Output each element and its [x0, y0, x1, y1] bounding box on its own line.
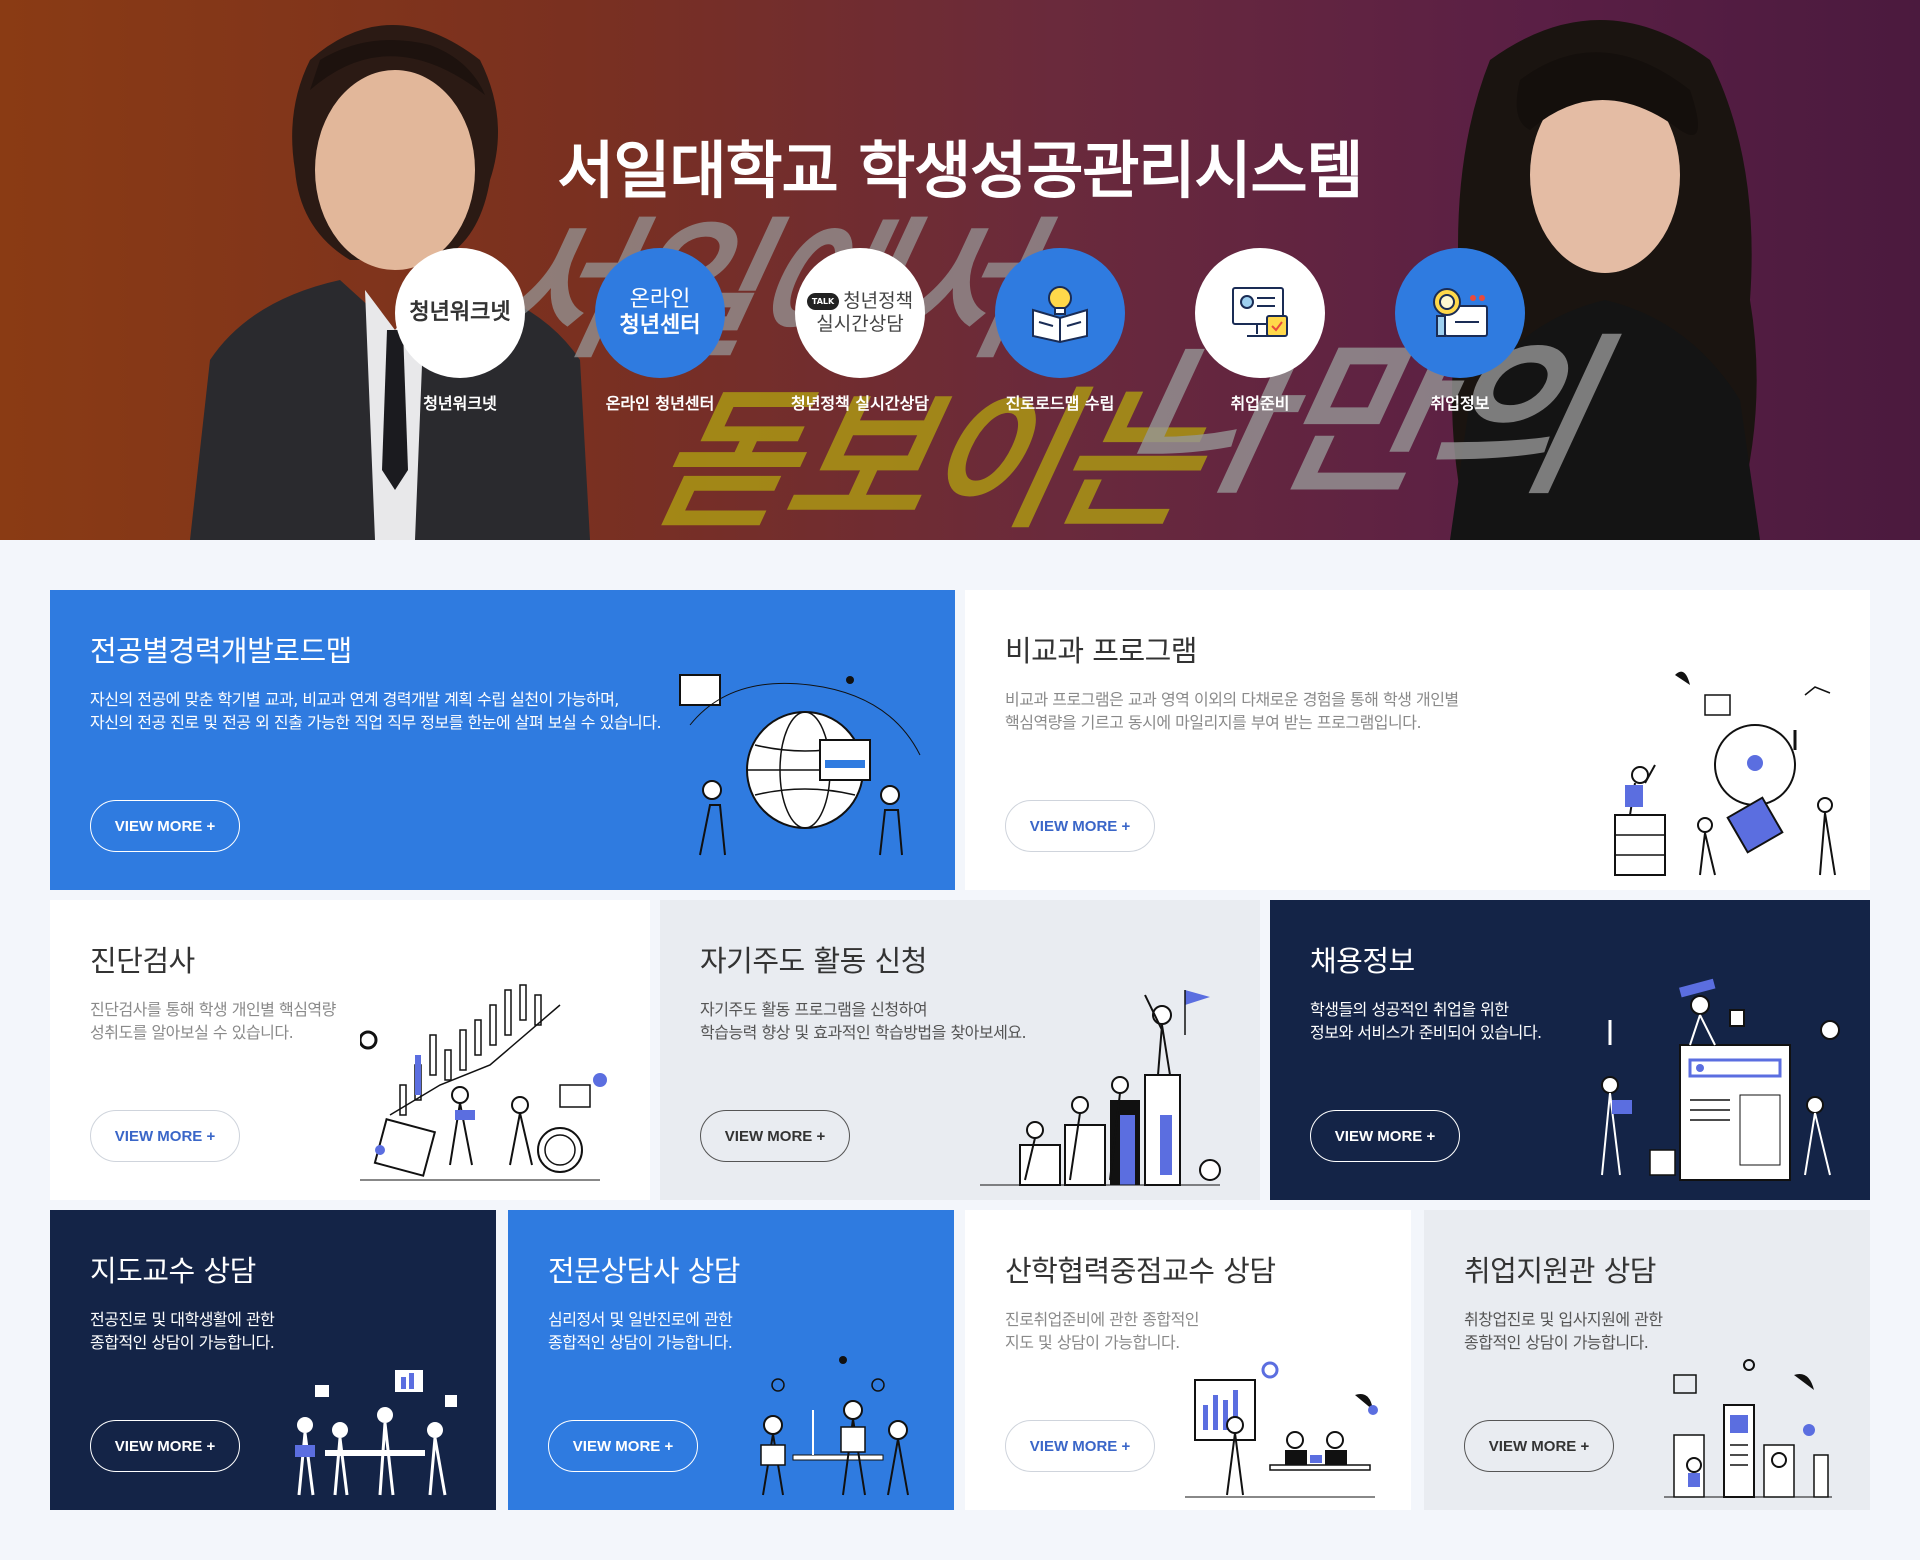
desc-line-1: 자신의 전공에 맞춘 학기별 교과, 비교과 연계 경력개발 계획 수립 실천이…	[90, 690, 619, 709]
talk-badge-icon: TALK	[806, 293, 840, 311]
view-more-button[interactable]: VIEW MORE +	[1464, 1420, 1614, 1472]
card-recruit[interactable]: 채용정보 학생들의 성공적인 취업을 위한정보와 서비스가 준비되어 있습니다.…	[1270, 900, 1870, 1200]
quick-link-label: 온라인 청년센터	[605, 394, 715, 413]
desc-line-2: 자신의 전공 진로 및 전공 외 진출 가능한 직업 직무 정보를 한눈에 살펴…	[90, 713, 662, 732]
card-description: 비교과 프로그램은 교과 영역 이외의 다채로운 경험을 통해 학생 개인별핵심…	[1005, 688, 1459, 734]
card-title: 취업지원관 상담	[1464, 1254, 1656, 1288]
quick-link-label: 취업정보	[1430, 394, 1490, 413]
card-industry-professor[interactable]: 산학협력중점교수 상담 진로취업준비에 관한 종합적인지도 및 상담이 가능합니…	[965, 1210, 1411, 1510]
card-advisor[interactable]: 지도교수 상담 전공진로 및 대학생활에 관한종합적인 상담이 가능합니다. V…	[50, 1210, 496, 1510]
telescope-board-illustration	[1601, 978, 1840, 1181]
career-roadmap-circle	[995, 248, 1125, 378]
card-self-directed[interactable]: 자기주도 활동 신청 자기주도 활동 프로그램을 신청하여학습능력 향상 및 효…	[660, 900, 1260, 1200]
quick-link-job-info[interactable]: 취업정보	[1395, 248, 1525, 414]
desc-line-2: 핵심역량을 기르고 동시에 마일리지를 부여 받는 프로그램입니다.	[1005, 713, 1422, 732]
card-title: 비교과 프로그램	[1005, 634, 1197, 668]
desc-line-1: 자기주도 활동 프로그램을 신청하여	[700, 1000, 928, 1019]
view-more-button[interactable]: VIEW MORE +	[1005, 1420, 1155, 1472]
job-prep-circle	[1195, 248, 1325, 378]
view-more-button[interactable]: VIEW MORE +	[90, 1420, 240, 1472]
card-title: 전공별경력개발로드맵	[90, 634, 352, 668]
city-office-illustration	[1664, 1359, 1832, 1498]
quick-link-career-roadmap[interactable]: 진로로드맵 수립	[995, 248, 1125, 414]
card-title: 산학협력중점교수 상담	[1005, 1254, 1276, 1288]
desc-line-2: 성취도를 알아보실 수 있습니다.	[90, 1023, 294, 1042]
monitor-calendar-icon	[1232, 287, 1288, 337]
desc-line-1: 학생들의 성공적인 취업을 위한	[1310, 1000, 1509, 1019]
youth-worknet-logo-text: 청년워크넷	[409, 299, 511, 325]
card-description: 진로취업준비에 관한 종합적인지도 및 상담이 가능합니다.	[1005, 1308, 1200, 1354]
view-more-button[interactable]: VIEW MORE +	[90, 1110, 240, 1162]
book-bulb-icon	[1032, 286, 1088, 344]
card-diagnosis[interactable]: 진단검사 진단검사를 통해 학생 개인별 핵심역량성취도를 알아보실 수 있습니…	[50, 900, 650, 1200]
view-more-button[interactable]: VIEW MORE +	[700, 1110, 850, 1162]
view-more-button[interactable]: VIEW MORE +	[90, 800, 240, 852]
quick-link-job-prep[interactable]: 취업준비	[1195, 248, 1325, 414]
magnifier-document-icon	[1433, 288, 1488, 337]
quick-link-label: 진로로드맵 수립	[1005, 394, 1115, 413]
desc-line-2: 학습능력 향상 및 효과적인 학습방법을 찾아보세요.	[700, 1023, 1027, 1042]
logo-line-2: 실시간상담	[816, 313, 904, 335]
quick-link-youth-worknet[interactable]: 청년워크넷 청년워크넷	[395, 248, 525, 414]
job-info-circle	[1395, 248, 1525, 378]
card-title: 채용정보	[1310, 944, 1415, 978]
card-counselor[interactable]: 전문상담사 상담 심리정서 및 일반진로에 관한 종합적인 상담이 가능합니다. …	[508, 1210, 954, 1510]
desc-line-1: 전공진로 및 대학생활에 관한	[90, 1310, 275, 1329]
card-description: 전공진로 및 대학생활에 관한종합적인 상담이 가능합니다.	[90, 1308, 275, 1354]
meeting-illustration	[295, 1370, 457, 1496]
desc-line-1: 취창업진로 및 입사지원에 관한	[1464, 1310, 1663, 1329]
view-more-button[interactable]: VIEW MORE +	[548, 1420, 698, 1472]
card-title: 지도교수 상담	[90, 1254, 256, 1288]
hero-banner: 서일에서 돋보이는 나만의 서일대학교 학생성공관리시스템 청년워크넷 청년워크…	[0, 0, 1920, 540]
card-description: 심리정서 및 일반진로에 관한종합적인 상담이 가능합니다.	[548, 1308, 733, 1354]
quick-link-label: 취업준비	[1230, 394, 1290, 413]
stock-chart-illustration	[360, 984, 607, 1181]
card-title: 진단검사	[90, 944, 195, 978]
card-description: 자신의 전공에 맞춘 학기별 교과, 비교과 연계 경력개발 계획 수립 실천이…	[90, 688, 662, 734]
desc-line-2: 정보와 서비스가 준비되어 있습니다.	[1310, 1023, 1542, 1042]
climbing-blocks-illustration	[980, 990, 1221, 1186]
desc-line-1: 심리정서 및 일반진로에 관한	[548, 1310, 733, 1329]
quick-link-label: 청년워크넷	[423, 394, 497, 413]
quick-link-youth-policy-chat[interactable]: TALK 청년정책 실시간상담 청년정책 실시간상담	[791, 248, 929, 414]
desc-line-2: 종합적인 상담이 가능합니다.	[1464, 1333, 1649, 1352]
desc-line-1: 진로취업준비에 관한 종합적인	[1005, 1310, 1200, 1329]
logo-line-1: 청년정책	[843, 290, 914, 313]
view-more-button[interactable]: VIEW MORE +	[1310, 1110, 1460, 1162]
card-title: 자기주도 활동 신청	[700, 944, 927, 978]
card-career-roadmap[interactable]: 전공별경력개발로드맵 자신의 전공에 맞춘 학기별 교과, 비교과 연계 경력개…	[50, 590, 955, 890]
counseling-illustration	[760, 1356, 909, 1496]
card-description: 학생들의 성공적인 취업을 위한정보와 서비스가 준비되어 있습니다.	[1310, 998, 1542, 1044]
globe-illustration	[679, 674, 921, 856]
desc-line-2: 종합적인 상담이 가능합니다.	[90, 1333, 275, 1352]
online-youth-center-logo: 온라인 청년센터	[595, 248, 725, 378]
desc-line-2: 종합적인 상담이 가능합니다.	[548, 1333, 733, 1352]
desc-line-1: 진단검사를 통해 학생 개인별 핵심역량	[90, 1000, 336, 1019]
card-description: 취창업진로 및 입사지원에 관한종합적인 상담이 가능합니다.	[1464, 1308, 1663, 1354]
presentation-illustration	[1185, 1361, 1378, 1498]
logo-line-2: 청년센터	[619, 313, 701, 338]
card-description: 자기주도 활동 프로그램을 신청하여학습능력 향상 및 효과적인 학습방법을 찾…	[700, 998, 1027, 1044]
lightbulb-illustration	[1614, 671, 1836, 876]
quick-link-online-youth-center[interactable]: 온라인 청년센터 온라인 청년센터	[595, 248, 725, 414]
view-more-button[interactable]: VIEW MORE +	[1005, 800, 1155, 852]
youth-worknet-logo: 청년워크넷	[395, 248, 525, 378]
quick-link-label: 청년정책 실시간상담	[790, 394, 930, 413]
card-description: 진단검사를 통해 학생 개인별 핵심역량성취도를 알아보실 수 있습니다.	[90, 998, 336, 1044]
card-extracurricular[interactable]: 비교과 프로그램 비교과 프로그램은 교과 영역 이외의 다채로운 경험을 통해…	[965, 590, 1870, 890]
card-title: 전문상담사 상담	[548, 1254, 740, 1288]
logo-line-1: 온라인	[629, 286, 691, 312]
desc-line-2: 지도 및 상담이 가능합니다.	[1005, 1333, 1180, 1352]
card-job-support[interactable]: 취업지원관 상담 취창업진로 및 입사지원에 관한종합적인 상담이 가능합니다.…	[1424, 1210, 1870, 1510]
desc-line-1: 비교과 프로그램은 교과 영역 이외의 다채로운 경험을 통해 학생 개인별	[1005, 690, 1459, 709]
youth-policy-chat-logo: TALK 청년정책 실시간상담	[795, 248, 925, 378]
hero-title: 서일대학교 학생성공관리시스템	[557, 134, 1363, 207]
